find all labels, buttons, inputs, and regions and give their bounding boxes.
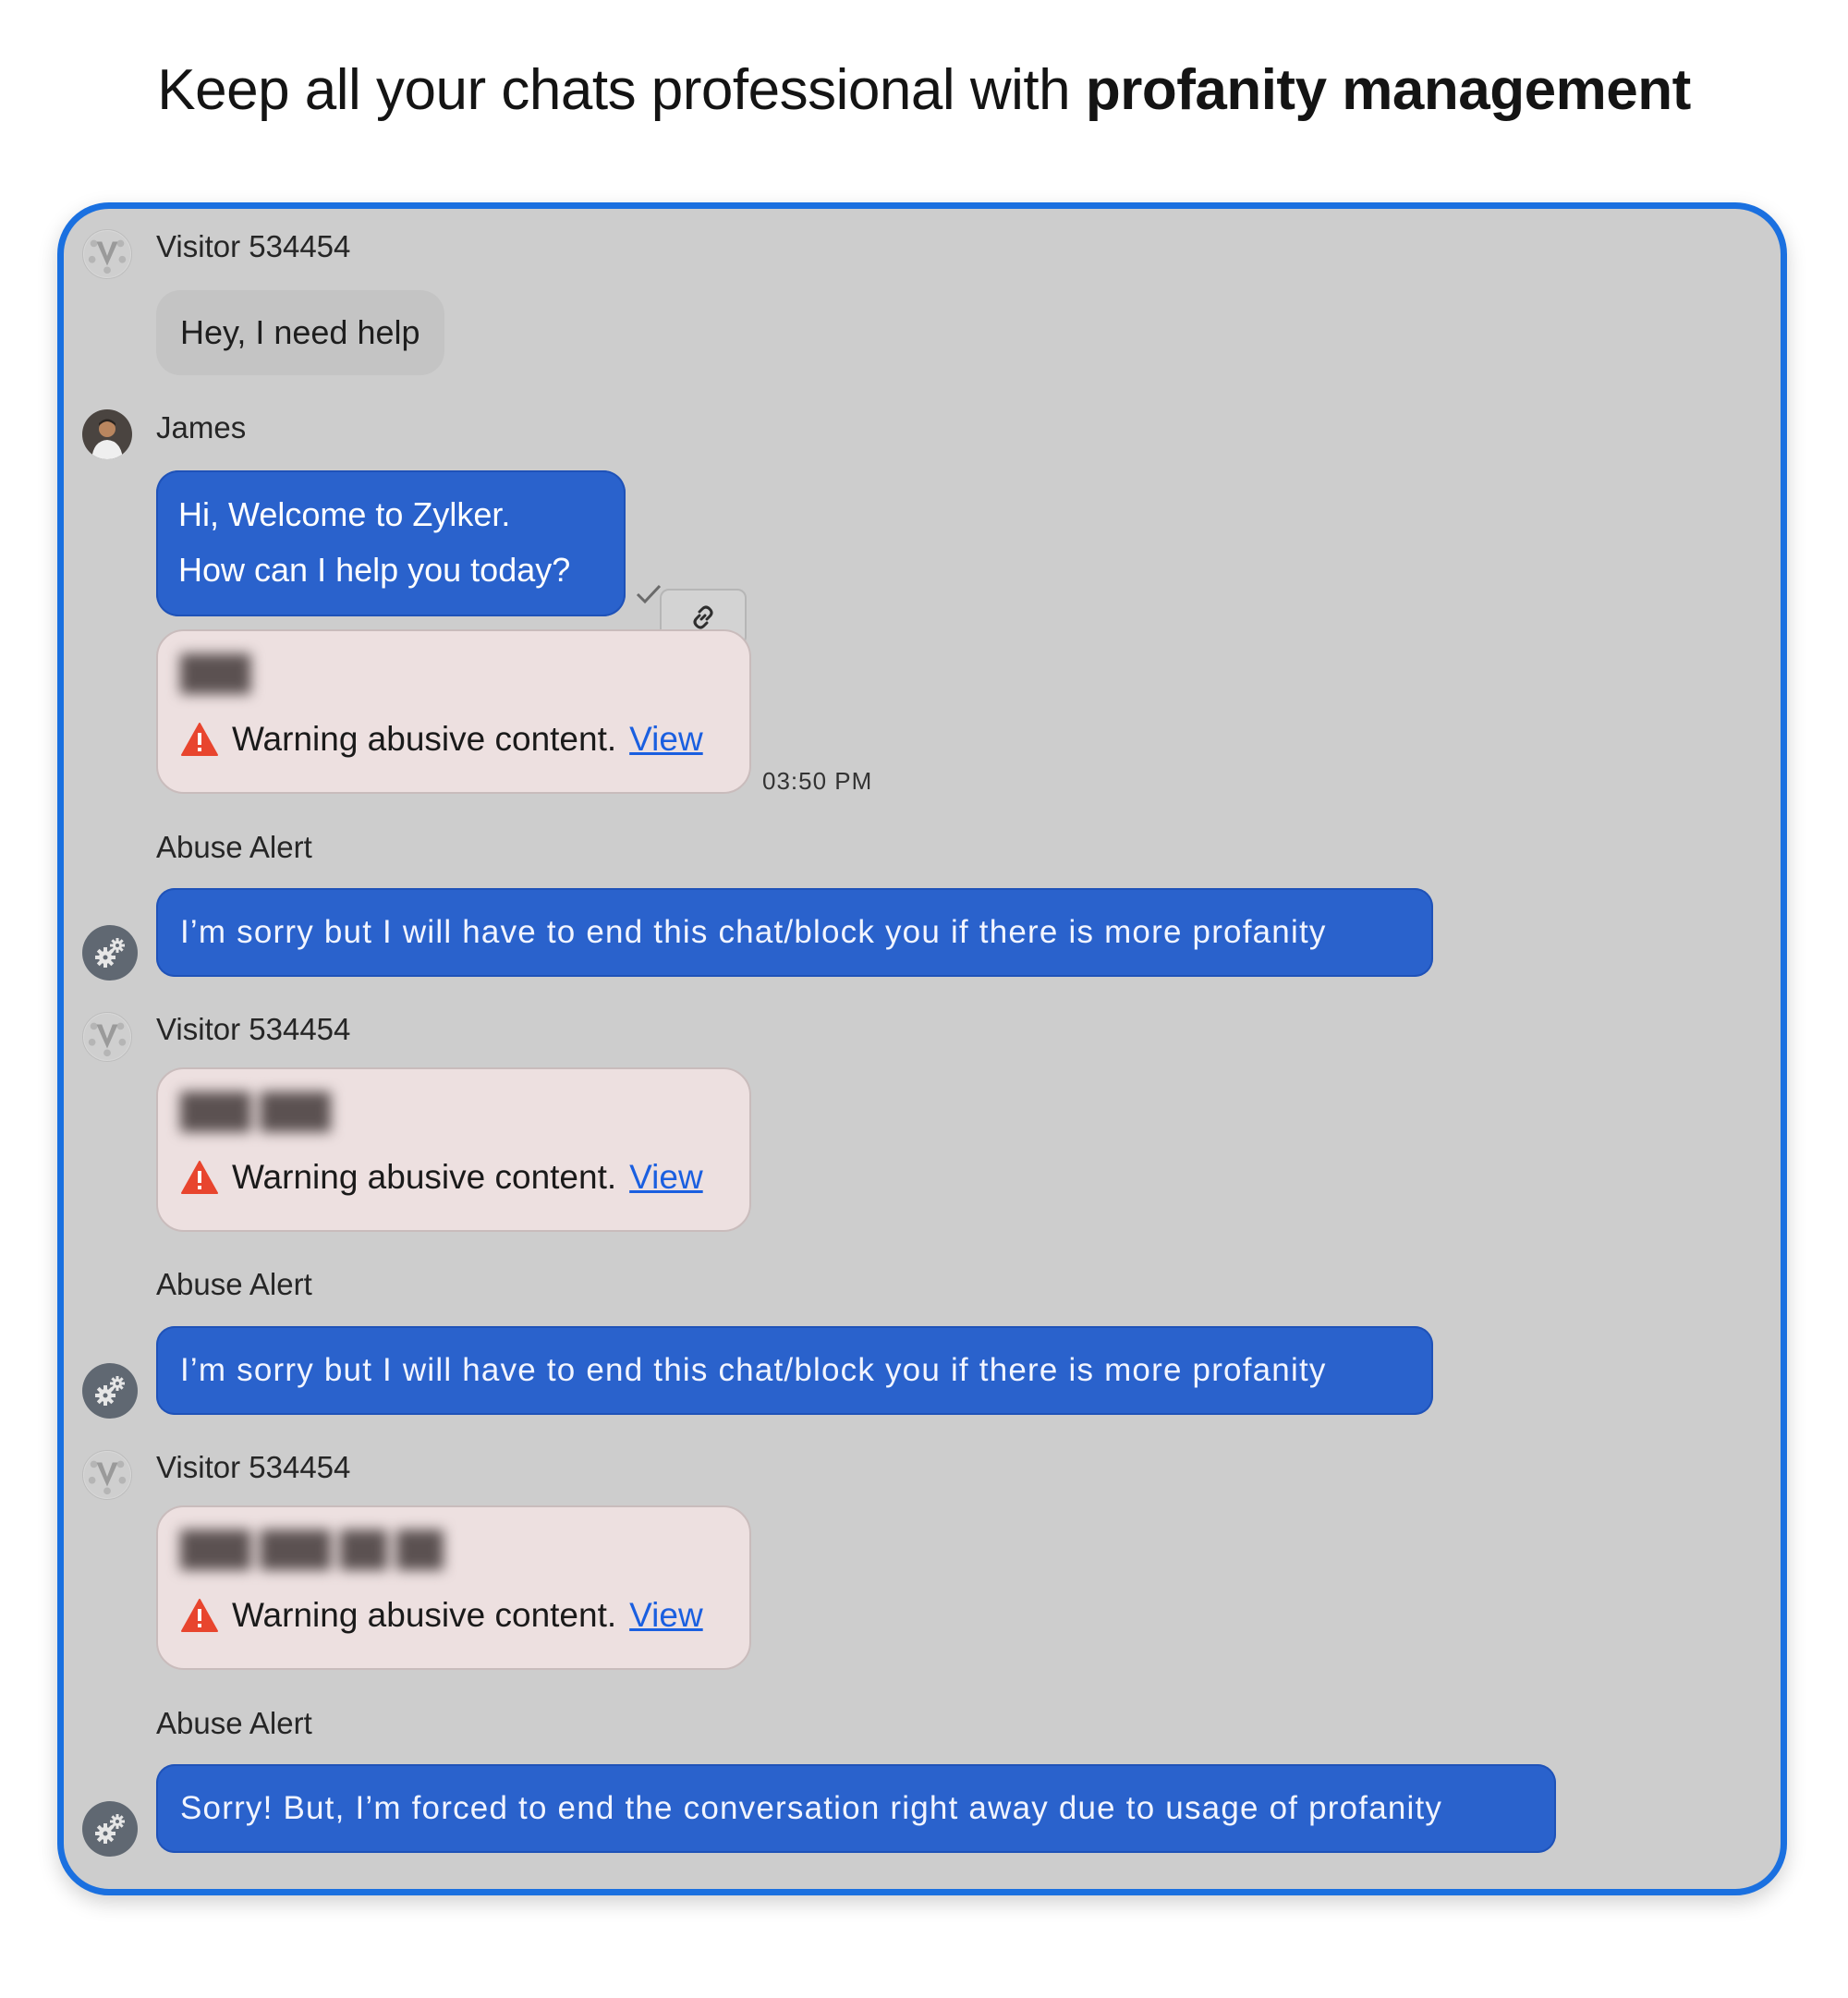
agent-message-bubble: Hi, Welcome to Zylker. How can I help yo… [156, 470, 626, 616]
visitor-avatar-icon [82, 1012, 132, 1062]
visitor-message-bubble: Hey, I need help [156, 290, 444, 375]
check-icon [635, 583, 663, 605]
warning-triangle-icon [181, 1599, 218, 1632]
sender-name: Abuse Alert [156, 830, 312, 864]
sender-name: Abuse Alert [156, 1706, 312, 1740]
blurred-message-text: ███ ███ [180, 1091, 332, 1129]
warning-row: Warning abusive content. View [180, 720, 703, 759]
sender-name: Abuse Alert [156, 1267, 312, 1301]
blurred-message-text: ███ ███ ██ ██ [180, 1529, 444, 1567]
warning-row: Warning abusive content. View [180, 1596, 703, 1635]
sender-name: Visitor 534454 [156, 229, 351, 263]
visitor-avatar-icon [82, 1450, 132, 1500]
warning-text: Warning abusive content. [232, 1596, 617, 1634]
sender-name: James [156, 410, 247, 445]
sender-name: Visitor 534454 [156, 1012, 351, 1046]
gear-bot-icon [82, 925, 138, 981]
link-icon [688, 603, 718, 632]
warning-triangle-icon [181, 723, 218, 756]
abuse-alert-bubble: Sorry! But, I’m forced to end the conver… [156, 1764, 1556, 1853]
warning-text: Warning abusive content. [232, 1158, 617, 1196]
headline-regular: Keep all your chats professional with [157, 58, 1071, 122]
blurred-message-text: ███ [180, 653, 251, 691]
warning-row: Warning abusive content. View [180, 1158, 703, 1197]
chat-window: Visitor 534454 Hey, I need help James Hi… [57, 202, 1787, 1895]
page-headline: Keep all your chats professional with pr… [0, 57, 1848, 123]
abusive-message-card: ███ ███ ██ ██ Warning abusive content. V… [156, 1505, 751, 1670]
abusive-message-card: ███ ███ Warning abusive content. View [156, 1067, 751, 1232]
agent-avatar-icon [82, 409, 132, 459]
gear-bot-icon [82, 1363, 138, 1419]
gear-bot-icon [82, 1801, 138, 1857]
sender-name: Visitor 534454 [156, 1450, 351, 1484]
abuse-alert-bubble: I’m sorry but I will have to end this ch… [156, 888, 1433, 977]
warning-text: Warning abusive content. [232, 720, 617, 758]
headline-bold: profanity management [1085, 58, 1691, 122]
abuse-alert-bubble: I’m sorry but I will have to end this ch… [156, 1326, 1433, 1415]
view-link[interactable]: View [629, 720, 703, 759]
view-link[interactable]: View [629, 1158, 703, 1197]
visitor-avatar-icon [82, 229, 132, 279]
agent-message-line: How can I help you today? [178, 551, 571, 589]
view-link[interactable]: View [629, 1596, 703, 1635]
warning-triangle-icon [181, 1161, 218, 1194]
message-timestamp: 03:50 PM [762, 767, 873, 795]
agent-message-line: Hi, Welcome to Zylker. [178, 495, 511, 533]
abusive-message-card: ███ Warning abusive content. View [156, 629, 751, 794]
